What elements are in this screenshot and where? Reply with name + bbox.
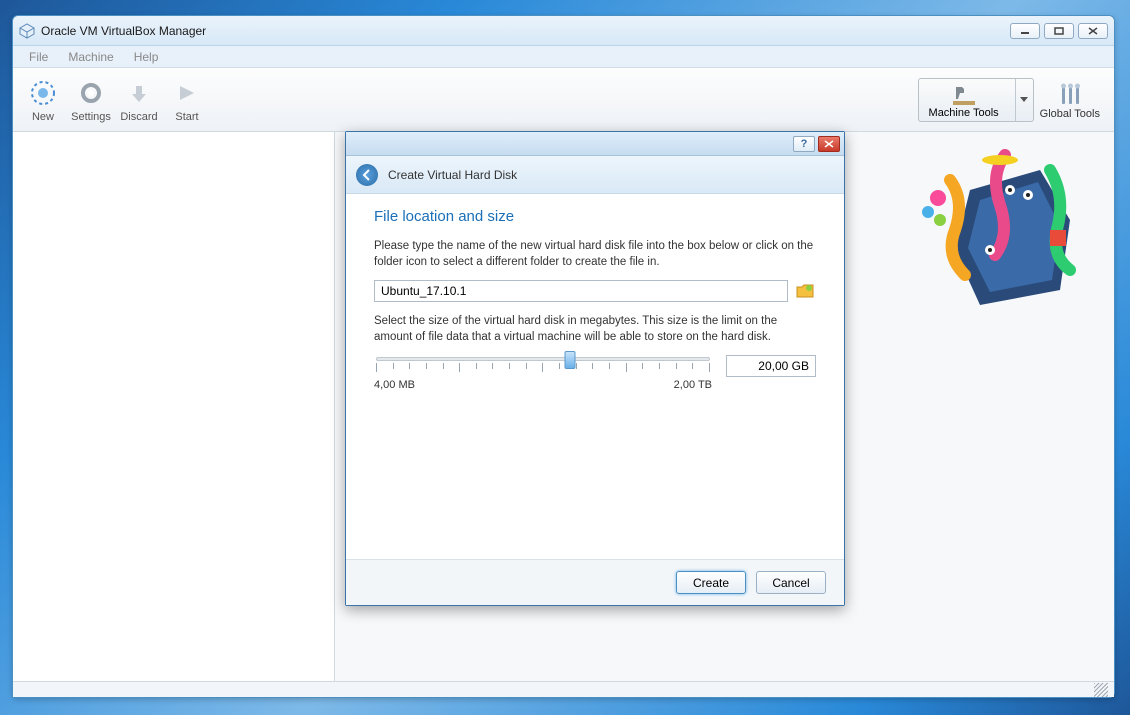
file-name-input[interactable] <box>374 280 788 302</box>
new-icon <box>27 77 59 109</box>
tool-settings[interactable]: Settings <box>67 77 115 123</box>
gear-icon <box>75 77 107 109</box>
global-tools-button[interactable]: Global Tools <box>1040 80 1100 120</box>
menubar: File Machine Help <box>13 46 1114 68</box>
size-input[interactable] <box>726 355 816 377</box>
dialog-footer: Create Cancel <box>346 559 844 605</box>
machine-tools-dropdown[interactable] <box>1015 79 1033 121</box>
machine-tools-button[interactable]: Machine Tools <box>918 78 1034 122</box>
statusbar <box>13 681 1114 697</box>
app-icon <box>19 23 35 39</box>
range-max: 2,00 TB <box>674 379 712 391</box>
minimize-button[interactable] <box>1010 23 1040 39</box>
dialog-header: Create Virtual Hard Disk <box>346 156 844 194</box>
dialog-titlebar[interactable]: ? <box>346 132 844 156</box>
window-controls <box>1010 23 1108 39</box>
toolbar: New Settings Discard Start Mach <box>13 68 1114 132</box>
dialog-close-button[interactable] <box>818 136 840 152</box>
discard-icon <box>123 77 155 109</box>
wrench-icon <box>1056 80 1084 108</box>
size-description: Select the size of the virtual hard disk… <box>374 314 816 345</box>
menu-machine[interactable]: Machine <box>60 48 121 66</box>
create-button[interactable]: Create <box>676 571 746 594</box>
back-icon[interactable] <box>356 164 378 186</box>
menu-help[interactable]: Help <box>126 48 167 66</box>
dialog-heading: File location and size <box>374 208 816 225</box>
tool-new[interactable]: New <box>19 77 67 123</box>
resize-grip[interactable] <box>1094 683 1108 697</box>
maximize-button[interactable] <box>1044 23 1074 39</box>
folder-icon <box>796 283 814 299</box>
tool-discard[interactable]: Discard <box>115 77 163 123</box>
menu-file[interactable]: File <box>21 48 56 66</box>
tool-start[interactable]: Start <box>163 77 211 123</box>
dialog-body: File location and size Please type the n… <box>346 194 844 559</box>
start-icon <box>171 77 203 109</box>
virtualbox-mascot <box>910 140 1090 323</box>
window-title: Oracle VM VirtualBox Manager <box>41 24 1010 38</box>
size-slider[interactable] <box>374 355 712 377</box>
range-labels: 4,00 MB 2,00 TB <box>374 379 712 391</box>
hammer-icon <box>950 83 978 107</box>
file-location-description: Please type the name of the new virtual … <box>374 239 816 270</box>
close-button[interactable] <box>1078 23 1108 39</box>
browse-folder-button[interactable] <box>794 280 816 302</box>
dialog-help-button[interactable]: ? <box>793 136 815 152</box>
range-min: 4,00 MB <box>374 379 415 391</box>
dialog-title: Create Virtual Hard Disk <box>388 168 517 182</box>
create-vhd-dialog: ? Create Virtual Hard Disk File location… <box>345 131 845 606</box>
vm-list[interactable] <box>13 132 335 681</box>
titlebar[interactable]: Oracle VM VirtualBox Manager <box>13 16 1114 46</box>
slider-thumb[interactable] <box>565 351 576 369</box>
cancel-button[interactable]: Cancel <box>756 571 826 594</box>
